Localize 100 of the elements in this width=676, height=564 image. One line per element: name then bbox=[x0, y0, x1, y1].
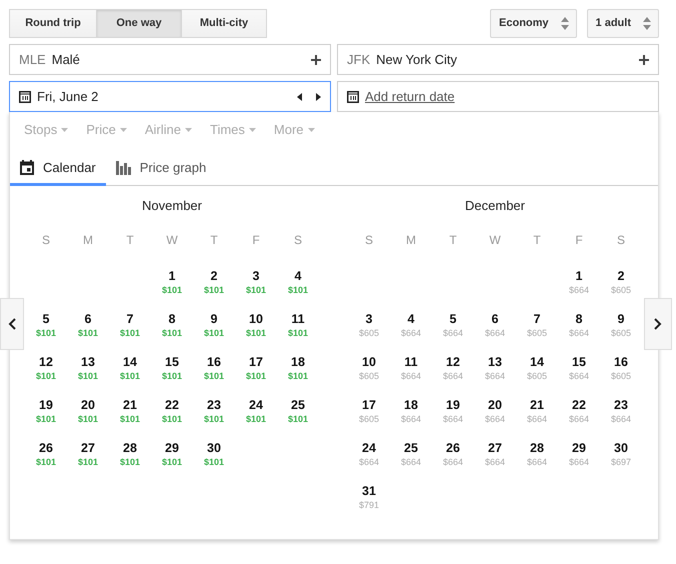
weekday-label: M bbox=[82, 233, 94, 249]
previous-date-icon[interactable] bbox=[297, 92, 302, 100]
date-button[interactable]: 9 $605 bbox=[600, 306, 642, 349]
destination-field[interactable]: JFK New York City bbox=[337, 44, 659, 75]
date-button[interactable]: 15 $101 bbox=[151, 349, 193, 392]
view-tab[interactable]: Calendar bbox=[10, 152, 106, 186]
departure-date-field[interactable]: Fri, June 2 bbox=[9, 81, 331, 112]
date-button[interactable]: 24 $101 bbox=[235, 392, 277, 435]
trip-type-tab[interactable]: One way bbox=[96, 8, 182, 38]
chevron-right-icon bbox=[654, 318, 662, 330]
date-button[interactable]: 21 $664 bbox=[516, 392, 558, 435]
date-button[interactable]: 7 $605 bbox=[516, 306, 558, 349]
weekday-label: S bbox=[292, 233, 303, 249]
date-button[interactable]: 14 $101 bbox=[109, 349, 151, 392]
date-button[interactable]: 29 $101 bbox=[151, 435, 193, 478]
date-button[interactable]: 3 $101 bbox=[235, 263, 277, 306]
date-button[interactable]: 8 $101 bbox=[151, 306, 193, 349]
date-button[interactable]: 7 $101 bbox=[109, 306, 151, 349]
date-button[interactable]: 14 $605 bbox=[516, 349, 558, 392]
date-button[interactable]: 21 $101 bbox=[109, 392, 151, 435]
bar-chart-icon bbox=[116, 160, 131, 174]
next-date-icon[interactable] bbox=[316, 92, 321, 100]
cabin-class-dropdown[interactable]: Economy bbox=[490, 8, 577, 38]
date-button[interactable]: 9 $101 bbox=[193, 306, 235, 349]
date-button[interactable]: 11 $101 bbox=[277, 306, 319, 349]
date-button[interactable]: 18 $664 bbox=[390, 392, 432, 435]
date-button[interactable]: 19 $664 bbox=[432, 392, 474, 435]
date-button[interactable]: 10 $605 bbox=[348, 349, 390, 392]
date-button[interactable]: 25 $664 bbox=[390, 435, 432, 478]
date-button[interactable]: 26 $101 bbox=[25, 435, 67, 478]
date-button[interactable]: 17 $101 bbox=[235, 349, 277, 392]
date-button[interactable]: 2 $605 bbox=[600, 263, 642, 306]
date-button[interactable]: 12 $664 bbox=[432, 349, 474, 392]
return-date-field[interactable]: Add return date bbox=[337, 81, 659, 112]
weekday-label: W bbox=[165, 233, 179, 249]
date-button[interactable]: 4 $664 bbox=[390, 306, 432, 349]
date-button[interactable]: 5 $664 bbox=[432, 306, 474, 349]
date-button[interactable]: 11 $664 bbox=[390, 349, 432, 392]
date-button[interactable]: 16 $605 bbox=[600, 349, 642, 392]
weekday-label: F bbox=[251, 233, 261, 249]
weekday-label: W bbox=[488, 233, 502, 249]
date-button[interactable]: 31 $791 bbox=[348, 478, 390, 521]
month-title: November bbox=[141, 198, 203, 215]
date-button[interactable]: 13 $664 bbox=[474, 349, 516, 392]
date-button[interactable]: 24 $664 bbox=[348, 435, 390, 478]
date-button[interactable]: 3 $605 bbox=[348, 306, 390, 349]
weekday-label: T bbox=[125, 233, 135, 249]
date-button[interactable]: 1 $101 bbox=[151, 263, 193, 306]
plus-icon[interactable] bbox=[639, 54, 649, 64]
date-button[interactable]: 30 $101 bbox=[193, 435, 235, 478]
date-button[interactable]: 12 $101 bbox=[25, 349, 67, 392]
calendar-icon bbox=[20, 160, 34, 175]
weekday-label: M bbox=[405, 233, 417, 249]
plus-icon[interactable] bbox=[311, 54, 321, 64]
date-button[interactable]: 4 $101 bbox=[277, 263, 319, 306]
date-button[interactable]: 27 $664 bbox=[474, 435, 516, 478]
caret-icon bbox=[308, 128, 315, 132]
weekday-label: S bbox=[616, 233, 626, 249]
caret-icon bbox=[61, 128, 68, 132]
date-button[interactable]: 2 $101 bbox=[193, 263, 235, 306]
date-button[interactable]: 6 $101 bbox=[67, 306, 109, 349]
date-button[interactable]: 28 $664 bbox=[516, 435, 558, 478]
date-button[interactable]: 8 $664 bbox=[558, 306, 600, 349]
passengers-dropdown[interactable]: 1 adult bbox=[586, 8, 659, 38]
trip-type-tab[interactable]: Round trip bbox=[9, 8, 97, 38]
date-button[interactable]: 19 $101 bbox=[25, 392, 67, 435]
weekday-label: T bbox=[448, 233, 458, 249]
chevron-left-icon bbox=[8, 318, 16, 330]
up-down-arrows-icon bbox=[560, 16, 569, 30]
trip-type-tab[interactable]: Multi-city bbox=[181, 8, 267, 38]
date-button[interactable]: 23 $101 bbox=[193, 392, 235, 435]
date-button[interactable]: 13 $101 bbox=[67, 349, 109, 392]
date-button[interactable]: 17 $605 bbox=[348, 392, 390, 435]
date-button[interactable]: 20 $664 bbox=[474, 392, 516, 435]
date-button[interactable]: 15 $664 bbox=[558, 349, 600, 392]
date-button[interactable]: 25 $101 bbox=[277, 392, 319, 435]
previous-month-button[interactable] bbox=[0, 298, 24, 350]
calendar-icon bbox=[19, 90, 31, 102]
caret-icon bbox=[248, 128, 256, 132]
weekday-label: T bbox=[532, 233, 542, 249]
date-button[interactable]: 10 $101 bbox=[235, 306, 277, 349]
date-button[interactable]: 28 $101 bbox=[109, 435, 151, 478]
view-tab[interactable]: Price graph bbox=[106, 152, 216, 186]
date-button[interactable]: 20 $101 bbox=[67, 392, 109, 435]
date-button[interactable]: 18 $101 bbox=[277, 349, 319, 392]
date-button[interactable]: 5 $101 bbox=[25, 306, 67, 349]
caret-icon bbox=[120, 128, 127, 132]
date-button[interactable]: 16 $101 bbox=[193, 349, 235, 392]
date-button[interactable]: 22 $664 bbox=[558, 392, 600, 435]
date-button[interactable]: 6 $664 bbox=[474, 306, 516, 349]
date-button[interactable]: 26 $664 bbox=[432, 435, 474, 478]
date-button[interactable]: 30 $697 bbox=[600, 435, 642, 478]
date-button[interactable]: 23 $664 bbox=[600, 392, 642, 435]
up-down-arrows-icon bbox=[643, 16, 651, 30]
origin-field[interactable]: MLE Malé bbox=[9, 44, 331, 75]
date-button[interactable]: 29 $664 bbox=[558, 435, 600, 478]
date-button[interactable]: 22 $101 bbox=[151, 392, 193, 435]
date-button[interactable]: 27 $101 bbox=[67, 435, 109, 478]
add-return-date-link[interactable]: Add return date bbox=[365, 89, 455, 104]
date-button[interactable]: 1 $664 bbox=[558, 263, 600, 306]
